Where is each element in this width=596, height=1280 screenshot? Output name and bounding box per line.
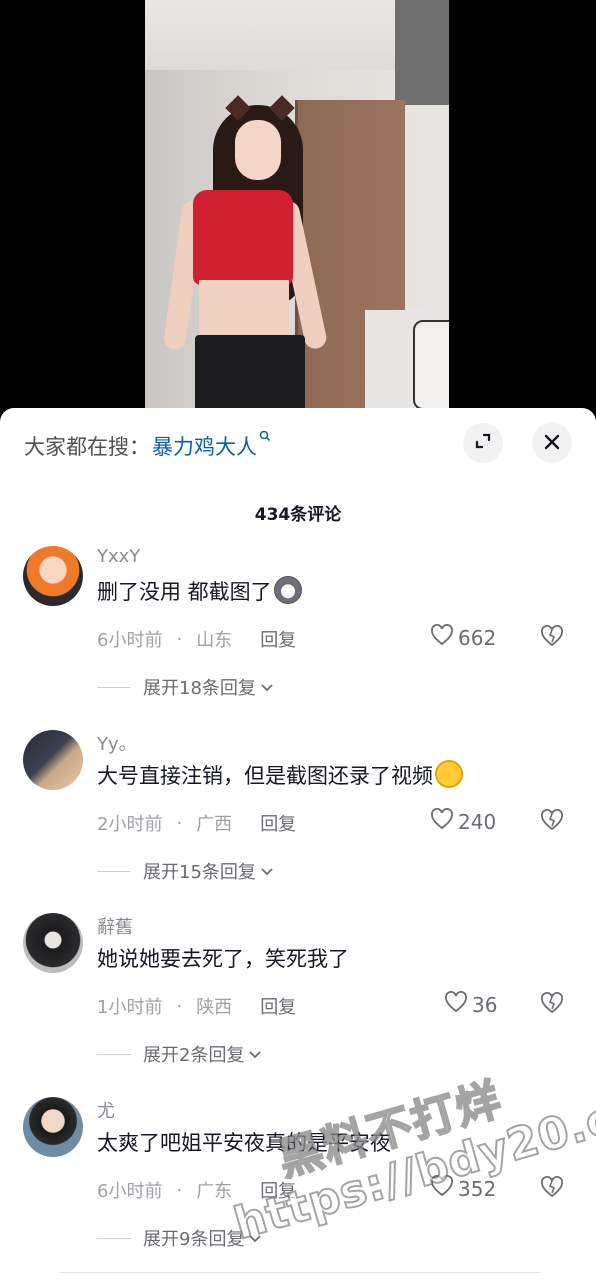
comment-text: 她说她要去死了，笑死我了 bbox=[97, 947, 349, 971]
reply-button[interactable]: 回复 bbox=[260, 626, 296, 652]
chevron-down-icon bbox=[248, 1228, 262, 1249]
comment-time: 6小时前 bbox=[97, 1181, 163, 1202]
comment-username[interactable]: Yy。 bbox=[97, 730, 137, 756]
comment-item: Yy。 大号直接注销，但是截图还录了视频 2小时前 · 广西 回复 240 展开… bbox=[0, 730, 596, 910]
comment-text: 太爽了吧姐平安夜真的是平安夜 bbox=[97, 1131, 391, 1155]
like-count: 662 bbox=[458, 625, 497, 650]
broken-heart-icon bbox=[540, 992, 564, 1018]
search-icon bbox=[259, 430, 271, 446]
expand-replies-label: 展开15条回复 bbox=[143, 862, 256, 883]
comment-username[interactable]: YxxY bbox=[97, 546, 140, 567]
comment-count: 434条评论 bbox=[254, 505, 342, 525]
dislike-button[interactable] bbox=[540, 1176, 564, 1202]
rofl-emoji bbox=[435, 760, 463, 788]
comment-location: 山东 bbox=[196, 630, 233, 651]
expand-button[interactable] bbox=[463, 423, 503, 463]
video-frame[interactable] bbox=[145, 0, 449, 425]
avatar[interactable] bbox=[23, 730, 83, 790]
comment-username[interactable]: 辭舊 bbox=[97, 913, 133, 939]
comment-item: 辭舊 她说她要去死了，笑死我了 1小时前 · 陕西 回复 36 展开2条回复 bbox=[0, 913, 596, 1093]
comment-item: 尤 太爽了吧姐平安夜真的是平安夜 6小时前 · 广东 回复 352 展开9条回复 bbox=[0, 1097, 596, 1277]
comment-meta: 1小时前 · 陕西 回复 bbox=[97, 993, 296, 1019]
comment-item: YxxY 删了没用 都截图了 6小时前 · 山东 回复 662 展开18条回复 bbox=[0, 546, 596, 726]
suggested-search[interactable]: 大家都在搜： 暴力鸡大人 bbox=[24, 428, 271, 464]
comment-location: 陕西 bbox=[196, 997, 233, 1018]
comment-meta: 6小时前 · 广东 回复 bbox=[97, 1177, 296, 1203]
avatar[interactable] bbox=[23, 913, 83, 973]
expand-replies-label: 展开18条回复 bbox=[143, 678, 256, 699]
expand-replies[interactable]: 展开15条回复 bbox=[97, 858, 274, 884]
reply-button[interactable]: 回复 bbox=[260, 993, 296, 1019]
chevron-down-icon bbox=[248, 1044, 262, 1065]
comment-location: 广西 bbox=[196, 814, 233, 835]
expand-replies-label: 展开2条回复 bbox=[143, 1045, 245, 1066]
comment-meta: 6小时前 · 山东 回复 bbox=[97, 626, 296, 652]
close-button[interactable] bbox=[532, 423, 572, 463]
comments-sheet: 大家都在搜： 暴力鸡大人 434条评论 YxxY 删了没用 都截图了 6小时前 … bbox=[0, 408, 596, 1280]
heart-icon bbox=[430, 1175, 458, 1202]
like-button[interactable]: 240 bbox=[430, 808, 496, 835]
dislike-button[interactable] bbox=[540, 992, 564, 1018]
comment-text: 删了没用 都截图了 bbox=[97, 576, 302, 606]
avatar[interactable] bbox=[23, 1097, 83, 1157]
dislike-button[interactable] bbox=[540, 809, 564, 835]
like-button[interactable]: 352 bbox=[430, 1175, 496, 1202]
reply-button[interactable]: 回复 bbox=[260, 1177, 296, 1203]
like-button[interactable]: 36 bbox=[444, 991, 497, 1018]
comment-location: 广东 bbox=[196, 1181, 233, 1202]
comment-username[interactable]: 尤 bbox=[97, 1097, 115, 1123]
broken-heart-icon bbox=[540, 1176, 564, 1202]
dislike-button[interactable] bbox=[540, 625, 564, 651]
like-button[interactable]: 662 bbox=[430, 624, 496, 651]
suggested-search-prefix: 大家都在搜： bbox=[24, 435, 150, 459]
heart-icon bbox=[430, 808, 458, 835]
video-player[interactable] bbox=[0, 0, 596, 425]
video-subject bbox=[162, 95, 329, 425]
husky-emoji bbox=[273, 576, 302, 604]
like-count: 240 bbox=[458, 809, 497, 834]
close-icon bbox=[543, 429, 561, 457]
comment-meta: 2小时前 · 广西 回复 bbox=[97, 810, 296, 836]
like-count: 36 bbox=[472, 992, 498, 1017]
chevron-down-icon bbox=[260, 861, 274, 882]
like-count: 352 bbox=[458, 1176, 497, 1201]
heart-icon bbox=[444, 991, 472, 1018]
comment-time: 1小时前 bbox=[97, 997, 163, 1018]
broken-heart-icon bbox=[540, 809, 564, 835]
comment-time: 2小时前 bbox=[97, 814, 163, 835]
reply-button[interactable]: 回复 bbox=[260, 810, 296, 836]
expand-replies[interactable]: 展开2条回复 bbox=[97, 1041, 262, 1067]
expand-icon bbox=[473, 431, 493, 455]
broken-heart-icon bbox=[540, 625, 564, 651]
expand-replies[interactable]: 展开9条回复 bbox=[97, 1225, 262, 1251]
avatar[interactable] bbox=[23, 546, 83, 606]
expand-replies-label: 展开9条回复 bbox=[143, 1229, 245, 1250]
suggested-search-term[interactable]: 暴力鸡大人 bbox=[152, 431, 257, 461]
comment-time: 6小时前 bbox=[97, 630, 163, 651]
comment-text: 大号直接注销，但是截图还录了视频 bbox=[97, 760, 463, 790]
expand-replies[interactable]: 展开18条回复 bbox=[97, 674, 274, 700]
chevron-down-icon bbox=[260, 677, 274, 698]
heart-icon bbox=[430, 624, 458, 651]
bottom-divider bbox=[60, 1272, 540, 1280]
